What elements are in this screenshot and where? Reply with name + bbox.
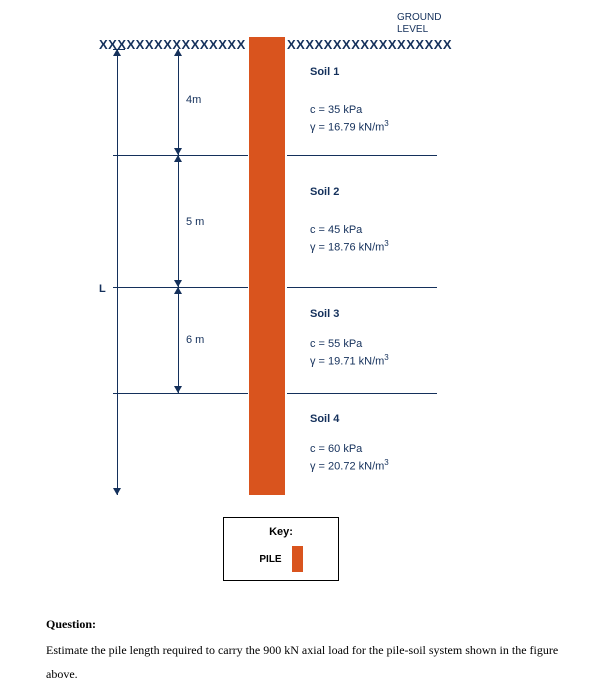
pile-column bbox=[249, 37, 285, 495]
soil2-gamma: γ = 18.76 kN/m3 bbox=[310, 239, 389, 254]
soil1-gamma: γ = 16.79 kN/m3 bbox=[310, 119, 389, 134]
soil4-gamma-exp: 3 bbox=[384, 458, 388, 467]
dim-layer3-arrow-top bbox=[174, 287, 182, 294]
soil4-gamma-text: γ = 20.72 kN/m bbox=[310, 461, 384, 473]
dim-layer3-line bbox=[178, 287, 179, 393]
ground-level-label-1: GROUND bbox=[397, 12, 441, 23]
ground-level-label-2: LEVEL bbox=[397, 24, 428, 35]
dim-layer3-arrow-bot bbox=[174, 386, 182, 393]
dim-layer1-arrow-top bbox=[174, 49, 182, 56]
dim-L-line bbox=[117, 49, 118, 495]
soil3-c: c = 55 kPa bbox=[310, 338, 362, 350]
dim-L-arrow-bottom bbox=[113, 488, 121, 495]
soil1-c: c = 35 kPa bbox=[310, 104, 362, 116]
question-heading: Question: bbox=[46, 612, 586, 636]
soil2-gamma-text: γ = 18.76 kN/m bbox=[310, 242, 384, 254]
soil2-gamma-exp: 3 bbox=[384, 239, 388, 248]
soil3-title: Soil 3 bbox=[310, 308, 339, 320]
legend-pile-swatch bbox=[292, 546, 303, 572]
dim-layer1-line bbox=[178, 49, 179, 155]
dim-L-label: L bbox=[99, 283, 106, 295]
soil2-c: c = 45 kPa bbox=[310, 224, 362, 236]
layer1-boundary-right bbox=[287, 155, 437, 156]
question-body: Estimate the pile length required to car… bbox=[46, 638, 586, 686]
soil1-gamma-text: γ = 16.79 kN/m bbox=[310, 122, 384, 134]
layer3-boundary-left bbox=[113, 393, 248, 394]
legend-item-label: PILE bbox=[259, 554, 281, 565]
dim-L-arrow-top bbox=[113, 49, 121, 56]
dim-layer3-label: 6 m bbox=[186, 334, 204, 346]
dim-layer1-label: 4m bbox=[186, 94, 201, 106]
soil3-gamma-exp: 3 bbox=[384, 353, 388, 362]
soil4-c: c = 60 kPa bbox=[310, 443, 362, 455]
soil4-gamma: γ = 20.72 kN/m3 bbox=[310, 458, 389, 473]
layer3-boundary-right bbox=[287, 393, 437, 394]
legend-row: PILE bbox=[240, 546, 322, 572]
dim-layer2-line bbox=[178, 155, 179, 287]
question-block: Question: Estimate the pile length requi… bbox=[46, 612, 586, 686]
dim-layer1-arrow-bot bbox=[174, 148, 182, 155]
legend-box: Key: PILE bbox=[223, 517, 339, 581]
dim-layer2-arrow-top bbox=[174, 155, 182, 162]
soil3-gamma-text: γ = 19.71 kN/m bbox=[310, 356, 384, 368]
layer2-boundary-right bbox=[287, 287, 437, 288]
dim-layer2-label: 5 m bbox=[186, 216, 204, 228]
dim-layer2-arrow-bot bbox=[174, 280, 182, 287]
legend-heading: Key: bbox=[240, 526, 322, 538]
ground-surface-right: XXXXXXXXXXXXXXXXXX bbox=[287, 37, 479, 52]
soil1-gamma-exp: 3 bbox=[384, 119, 388, 128]
soil1-title: Soil 1 bbox=[310, 66, 339, 78]
soil3-gamma: γ = 19.71 kN/m3 bbox=[310, 353, 389, 368]
soil2-title: Soil 2 bbox=[310, 186, 339, 198]
soil4-title: Soil 4 bbox=[310, 413, 339, 425]
diagram-canvas: GROUND LEVEL XXXXXXXXXXXXXXXX XXXXXXXXXX… bbox=[0, 0, 611, 672]
